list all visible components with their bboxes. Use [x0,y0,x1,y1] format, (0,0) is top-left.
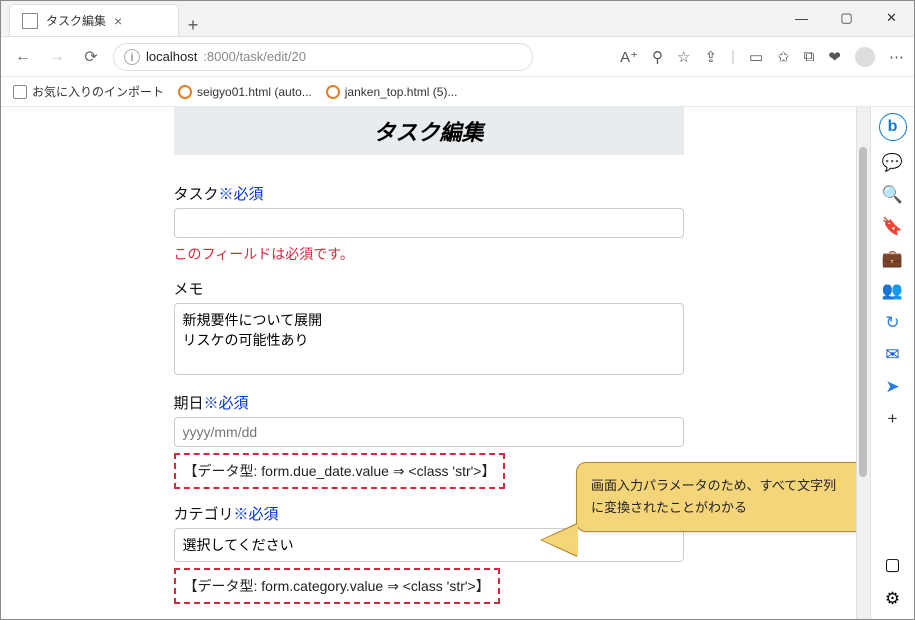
close-icon[interactable]: × [114,13,122,29]
edge-sidebar: b 💬 🔍 🔖 💼 👥 ↻ ✉ ➤ + ▢ ⚙ [870,107,914,619]
heart-icon[interactable]: ❤ [828,48,841,66]
task-error: このフィールドは必須です。 [174,244,684,264]
bing-icon[interactable]: b [879,113,907,141]
people-icon[interactable]: 👥 [882,281,903,301]
required-mark: ※必須 [204,395,249,412]
collections-icon[interactable]: ⧉ [804,48,815,65]
new-tab-button[interactable]: + [179,15,207,36]
bookmark-import[interactable]: お気に入りのインポート [13,83,164,100]
titlebar: タスク編集 × + ― ▢ ✕ [1,1,914,37]
url-host: localhost [146,49,197,64]
window-controls: ― ▢ ✕ [779,0,914,36]
callout-line2: に変換されたことがわかる [591,497,851,519]
bookmark-janken[interactable]: janken_top.html (5)... [326,85,458,99]
required-mark: ※必須 [219,186,264,203]
window-close-button[interactable]: ✕ [869,0,914,36]
chat-icon[interactable]: 💬 [882,153,903,173]
favorites-icon[interactable]: ✩ [777,48,790,66]
form: タスク※必須 このフィールドは必須です。 メモ 期日※必須 【データ型: for… [174,155,684,619]
address-bar: ← → ⟳ i localhost :8000/task/edit/20 A⁺ ⚲… [1,37,914,77]
viewport: タスク編集 タスク※必須 このフィールドは必須です。 メモ 期日※必須 【データ… [1,107,856,619]
refresh-button[interactable]: ⟳ [79,47,103,67]
sync-icon[interactable]: ⇪ [704,48,717,66]
send-icon[interactable]: ➤ [885,377,899,397]
cycle-icon[interactable]: ↻ [885,313,899,333]
tag-icon[interactable]: 🔖 [882,217,903,237]
star-icon[interactable]: ☆ [677,48,690,66]
back-button[interactable]: ← [11,48,35,66]
label-memo: メモ [174,278,684,299]
url-box[interactable]: i localhost :8000/task/edit/20 [113,43,533,71]
task-input[interactable] [174,208,684,238]
browser-window: タスク編集 × + ― ▢ ✕ ← → ⟳ i localhost :8000/t… [0,0,915,620]
due-date-input[interactable] [174,417,684,447]
more-icon[interactable]: ⋯ [889,48,904,66]
page: タスク編集 タスク※必須 このフィールドは必須です。 メモ 期日※必須 【データ… [174,107,684,619]
folder-icon [13,85,27,99]
tab-active[interactable]: タスク編集 × [9,4,179,36]
settings-icon[interactable]: ⚙ [885,589,900,609]
briefcase-icon[interactable]: 💼 [882,249,903,269]
url-path: :8000/task/edit/20 [203,49,306,64]
document-icon [22,13,38,29]
bookmarks-bar: お気に入りのインポート seigyo01.html (auto... janke… [1,77,914,107]
maximize-button[interactable]: ▢ [824,0,869,36]
label-task: タスク※必須 [174,183,684,204]
search-icon[interactable]: 🔍 [882,185,903,205]
annotation-callout: 画面入力パラメータのため、すべて文字列 に変換されたことがわかる [576,462,856,532]
required-mark: ※必須 [234,506,279,523]
search-icon[interactable]: ⚲ [652,48,663,66]
scrollbar-vertical[interactable] [856,107,870,619]
minimize-button[interactable]: ― [779,0,824,36]
page-icon [326,85,340,99]
page-title: タスク編集 [182,115,676,147]
page-icon [178,85,192,99]
reader-icon[interactable]: A⁺ [620,48,638,66]
memo-input[interactable] [174,303,684,375]
sidebar-add-icon[interactable]: + [888,409,898,429]
tab-title: タスク編集 [46,12,106,29]
page-header: タスク編集 [174,107,684,155]
reading-list-icon[interactable]: ▭ [749,48,763,66]
profile-icon[interactable] [855,47,875,67]
debug-category: 【データ型: form.category.value ⇒ <class 'str… [174,568,500,604]
toolbar-icons: A⁺ ⚲ ☆ ⇪ | ▭ ✩ ⧉ ❤ ⋯ [620,47,904,67]
outlook-icon[interactable]: ✉ [885,345,899,365]
label-status: ステータス※必須 [174,618,684,619]
sidebar-toggle-icon[interactable]: ▢ [884,555,900,575]
category-select[interactable]: 選択してください [174,528,684,562]
scrollbar-thumb[interactable] [859,147,867,477]
forward-button: → [45,48,69,66]
label-due: 期日※必須 [174,392,684,413]
debug-due-date: 【データ型: form.due_date.value ⇒ <class 'str… [174,453,506,489]
callout-line1: 画面入力パラメータのため、すべて文字列 [591,475,851,497]
bookmark-seigyo[interactable]: seigyo01.html (auto... [178,85,312,99]
site-info-icon[interactable]: i [124,49,140,65]
